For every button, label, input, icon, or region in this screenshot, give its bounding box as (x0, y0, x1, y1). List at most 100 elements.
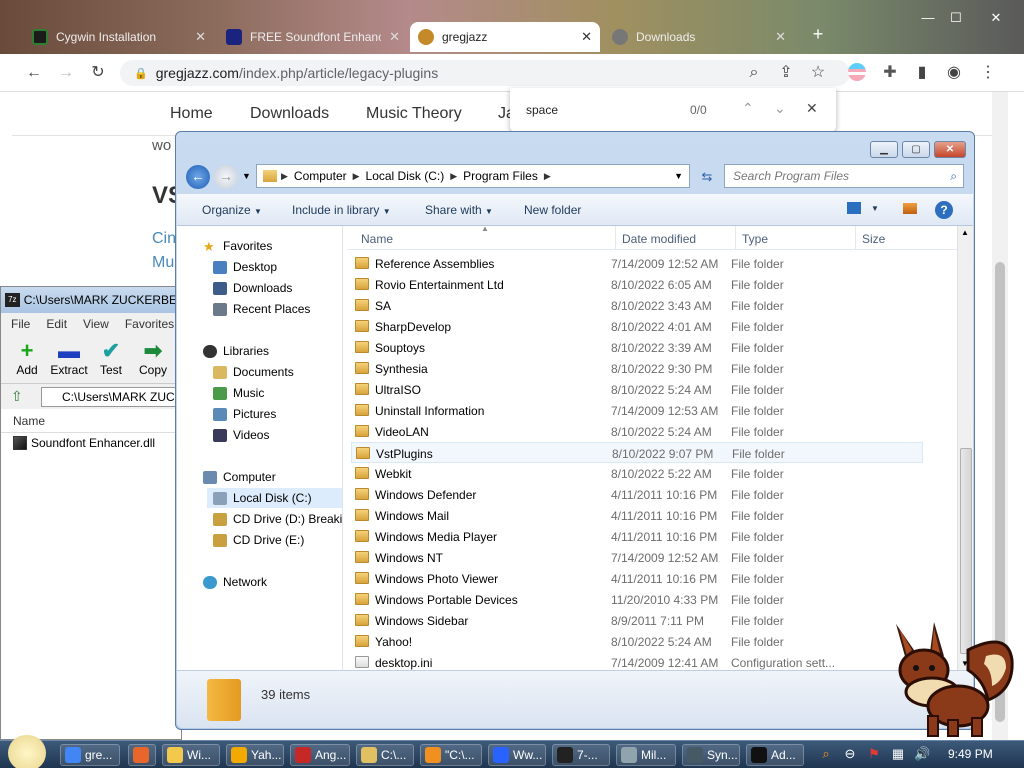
nav-documents[interactable]: Documents (213, 362, 294, 382)
find-previous-icon[interactable]: ⌃ (742, 100, 754, 117)
menu-edit[interactable]: Edit (46, 317, 67, 331)
file-row[interactable]: Windows NT 7/14/2009 12:52 AM File folder (351, 547, 923, 568)
close-button[interactable]: ✕ (934, 141, 966, 158)
tray-volume-icon[interactable]: 🔊 (914, 746, 930, 762)
bookmark-star-icon[interactable]: ☆ (808, 63, 828, 83)
menu-favorites[interactable]: Favorites (125, 317, 174, 331)
file-row[interactable]: Uninstall Information 7/14/2009 12:53 AM F… (351, 400, 923, 421)
taskbar-button[interactable]: "C:\... (420, 744, 482, 766)
reload-icon[interactable]: ↻ (88, 63, 108, 83)
include-in-library-button[interactable]: Include in library ▼ (292, 203, 391, 217)
forward-button[interactable]: → (214, 165, 238, 189)
back-button[interactable]: ← (186, 165, 210, 189)
nav-recent-places[interactable]: Recent Places (213, 299, 310, 319)
file-row[interactable]: Yahoo! 8/10/2022 5:24 AM File folder (351, 631, 923, 652)
file-row[interactable]: Souptoys 8/10/2022 3:39 AM File folder (351, 337, 923, 358)
nav-network[interactable]: Network (203, 572, 267, 592)
close-tab-icon[interactable]: ✕ (389, 29, 400, 45)
tab-downloads[interactable]: Downloads ✕ (604, 22, 794, 52)
close-tab-icon[interactable]: ✕ (195, 29, 206, 45)
taskbar-button[interactable]: C:\... (356, 744, 414, 766)
close-window-icon[interactable]: ✕ (984, 10, 1008, 28)
extract-button[interactable]: ▬ Extract (49, 339, 89, 378)
breadcrumb-separator-icon[interactable]: ▶ (353, 171, 360, 182)
address-dropdown-icon[interactable]: ▼ (674, 171, 683, 181)
nav-cd-drive-e[interactable]: CD Drive (E:) (213, 530, 304, 550)
nav-home[interactable]: Home (170, 105, 213, 123)
copy-button[interactable]: ➡ Copy (133, 339, 173, 378)
column-header-type[interactable]: Type (742, 232, 768, 246)
page-link-fragment[interactable]: Cin (152, 230, 176, 248)
maximize-icon[interactable]: ☐ (944, 10, 968, 28)
add-button[interactable]: + Add (7, 339, 47, 378)
view-options-icon[interactable] (847, 202, 861, 214)
taskbar-button[interactable]: Ww... (488, 744, 546, 766)
flag-extension-icon[interactable] (848, 63, 868, 83)
file-row[interactable]: Webkit 8/10/2022 5:22 AM File folder (351, 463, 923, 484)
file-row[interactable]: Windows Media Player 4/11/2011 10:16 PM Fi… (351, 526, 923, 547)
maximize-button[interactable]: ▢ (902, 141, 930, 158)
file-row[interactable]: SharpDevelop 8/10/2022 4:01 AM File folder (351, 316, 923, 337)
file-row[interactable]: VideoLAN 8/10/2022 5:24 AM File folder (351, 421, 923, 442)
nav-downloads[interactable]: Downloads (250, 105, 329, 123)
tab-cygwin[interactable]: Cygwin Installation ✕ (24, 22, 214, 52)
column-divider[interactable] (615, 226, 616, 250)
taskbar-button[interactable]: gre... (60, 744, 120, 766)
file-row[interactable]: desktop.ini 7/14/2009 12:41 AM Configurati… (351, 652, 923, 670)
file-row[interactable]: Windows Defender 4/11/2011 10:16 PM File f… (351, 484, 923, 505)
column-header-name[interactable]: Name (361, 232, 393, 246)
nav-libraries[interactable]: Libraries (203, 341, 269, 361)
minimize-icon[interactable]: — (916, 10, 940, 28)
find-next-icon[interactable]: ⌄ (774, 100, 786, 117)
taskbar-button[interactable]: Wi... (162, 744, 220, 766)
menu-kebab-icon[interactable]: ⋮ (978, 63, 998, 83)
new-tab-icon[interactable]: + (806, 24, 830, 44)
tray-search-icon[interactable]: ⌕ (818, 746, 834, 762)
extensions-puzzle-icon[interactable]: ✚ (880, 63, 900, 83)
side-panel-icon[interactable]: ▮ (912, 63, 932, 83)
file-row[interactable]: Reference Assemblies 7/14/2009 12:52 AM Fi… (351, 253, 923, 274)
nav-computer[interactable]: Computer (203, 467, 276, 487)
breadcrumb-program-files[interactable]: Program Files (457, 169, 544, 183)
taskbar-button[interactable]: Yah... (226, 744, 284, 766)
nav-desktop[interactable]: Desktop (213, 257, 277, 277)
tab-gregjazz[interactable]: gregjazz ✕ (410, 22, 600, 52)
start-button[interactable] (8, 735, 46, 768)
breadcrumb-computer[interactable]: Computer (288, 169, 353, 183)
address-bar[interactable]: 🔒 gregjazz.com/index.php/article/legacy-… (120, 60, 850, 86)
column-header-name[interactable]: Name (1, 409, 181, 433)
nav-videos[interactable]: Videos (213, 425, 269, 445)
nav-pictures[interactable]: Pictures (213, 404, 276, 424)
preview-pane-icon[interactable] (903, 203, 917, 214)
close-tab-icon[interactable]: ✕ (581, 29, 592, 45)
share-with-button[interactable]: Share with ▼ (425, 203, 493, 217)
file-row[interactable]: VstPlugins 8/10/2022 9:07 PM File folder (351, 442, 923, 463)
column-divider[interactable] (855, 226, 856, 250)
nav-downloads[interactable]: Downloads (213, 278, 292, 298)
back-arrow-icon[interactable]: ← (24, 63, 44, 83)
file-row[interactable]: Synthesia 8/10/2022 9:30 PM File folder (351, 358, 923, 379)
column-header-date[interactable]: Date modified (622, 232, 696, 246)
breadcrumb-separator-icon[interactable]: ▶ (450, 171, 457, 182)
taskbar-button[interactable]: 7-... (552, 744, 610, 766)
zoom-search-icon[interactable]: ⌕ (744, 63, 764, 83)
refresh-button[interactable]: ⇆ (696, 166, 718, 188)
nav-music[interactable]: Music (213, 383, 264, 403)
clock[interactable]: 9:49 PM (948, 747, 993, 761)
menu-view[interactable]: View (83, 317, 109, 331)
column-header-size[interactable]: Size (862, 232, 885, 246)
file-row[interactable]: Windows Photo Viewer 4/11/2011 10:16 PM Fi… (351, 568, 923, 589)
tray-warning-icon[interactable]: ⚑ (866, 746, 882, 762)
page-link-fragment[interactable]: Mu (152, 254, 174, 272)
recent-pages-chevron-icon[interactable]: ▼ (242, 171, 251, 181)
minimize-button[interactable]: ▁ (870, 141, 898, 158)
find-input[interactable]: space (526, 103, 558, 117)
tray-network-icon[interactable]: ▦ (890, 746, 906, 762)
test-button[interactable]: ✔ Test (91, 339, 131, 378)
help-icon[interactable]: ? (935, 201, 953, 219)
tray-minus-icon[interactable]: ⊖ (842, 746, 858, 762)
taskbar-button[interactable]: Syn... (682, 744, 740, 766)
breadcrumb-local-disk[interactable]: Local Disk (C:) (360, 169, 451, 183)
nav-cd-drive-d[interactable]: CD Drive (D:) Breakin (213, 509, 342, 529)
view-chevron-icon[interactable]: ▼ (871, 204, 879, 213)
